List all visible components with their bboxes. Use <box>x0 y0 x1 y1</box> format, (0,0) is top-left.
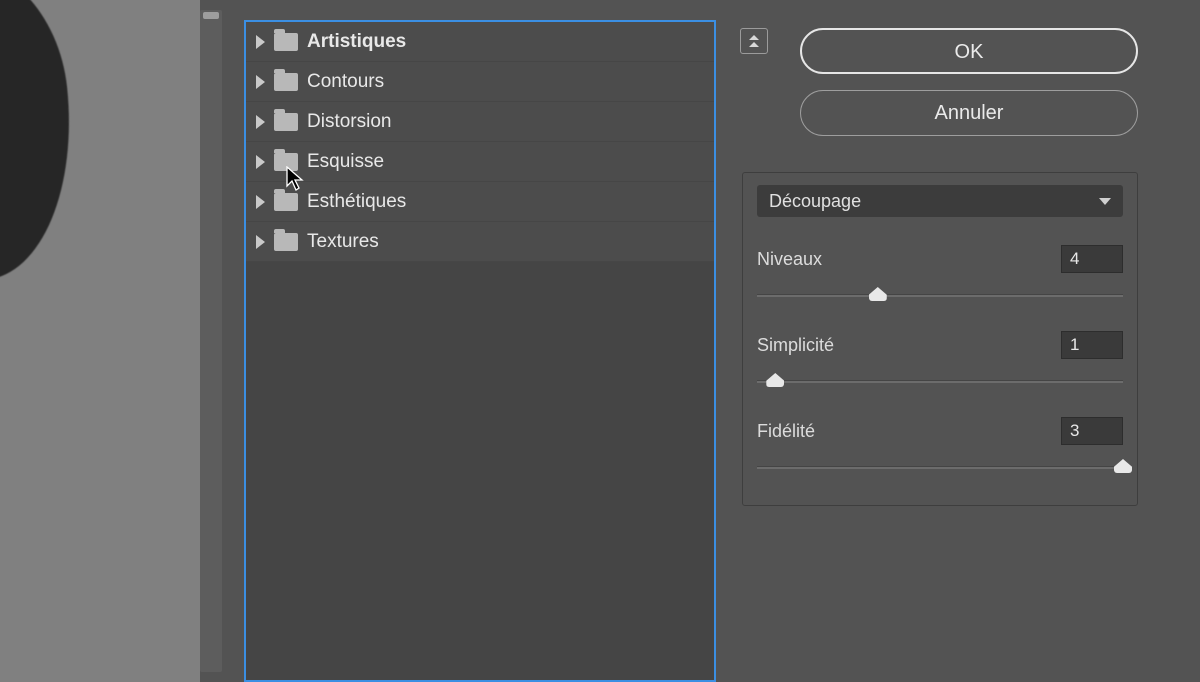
filter-category-label: Distorsion <box>307 111 391 133</box>
controls-column: OK Annuler Découpage Niveaux 4 Simplicité 1… <box>716 0 1200 682</box>
parameter-label: Fidélité <box>757 421 815 442</box>
parameter-value-input[interactable]: 1 <box>1061 331 1123 359</box>
filter-category-row[interactable]: Artistiques <box>246 22 714 62</box>
slider-track <box>757 466 1123 469</box>
cancel-button[interactable]: Annuler <box>800 90 1138 136</box>
preview-scrollbar-track[interactable] <box>200 10 222 672</box>
folder-icon <box>274 193 298 211</box>
slider-handle[interactable] <box>1114 459 1132 473</box>
disclosure-triangle-icon <box>256 115 265 129</box>
parameter-slider[interactable] <box>757 375 1123 389</box>
filter-category-row[interactable]: Distorsion <box>246 102 714 142</box>
folder-icon <box>274 233 298 251</box>
filter-category-row[interactable]: Esthétiques <box>246 182 714 222</box>
ok-button[interactable]: OK <box>800 28 1138 74</box>
parameter-label: Niveaux <box>757 249 822 270</box>
effect-dropdown[interactable]: Découpage <box>757 185 1123 217</box>
chevron-down-icon <box>1099 198 1111 205</box>
preview-scrollbar-thumb[interactable] <box>203 12 219 19</box>
preview-image-silhouette <box>0 0 86 289</box>
filter-category-row[interactable]: Contours <box>246 62 714 102</box>
slider-handle[interactable] <box>869 287 887 301</box>
folder-icon <box>274 33 298 51</box>
disclosure-triangle-icon <box>256 75 265 89</box>
parameter-value-input[interactable]: 3 <box>1061 417 1123 445</box>
filter-category-label: Artistiques <box>307 31 406 53</box>
filter-category-row[interactable]: Textures <box>246 222 714 262</box>
slider-track <box>757 294 1123 297</box>
filter-category-label: Esthétiques <box>307 191 406 213</box>
parameter-row: Simplicité 1 <box>757 331 1123 389</box>
effect-dropdown-label: Découpage <box>769 191 861 212</box>
disclosure-triangle-icon <box>256 235 265 249</box>
slider-handle[interactable] <box>766 373 784 387</box>
filter-category-label: Esquisse <box>307 151 384 173</box>
folder-icon <box>274 113 298 131</box>
parameter-value-input[interactable]: 4 <box>1061 245 1123 273</box>
disclosure-triangle-icon <box>256 195 265 209</box>
preview-canvas[interactable] <box>0 0 200 682</box>
collapse-panel-button[interactable] <box>740 28 768 54</box>
slider-track <box>757 380 1123 383</box>
parameter-label: Simplicité <box>757 335 834 356</box>
parameter-row: Niveaux 4 <box>757 245 1123 303</box>
chevron-up-icon <box>749 42 759 47</box>
disclosure-triangle-icon <box>256 155 265 169</box>
disclosure-triangle-icon <box>256 35 265 49</box>
filter-category-label: Contours <box>307 71 384 93</box>
filter-category-row[interactable]: Esquisse <box>246 142 714 182</box>
folder-icon <box>274 153 298 171</box>
chevron-up-icon <box>749 35 759 40</box>
folder-icon <box>274 73 298 91</box>
effect-parameters-panel: Découpage Niveaux 4 Simplicité 1 Fidélité 3 <box>742 172 1138 506</box>
filter-category-label: Textures <box>307 231 379 253</box>
parameter-slider[interactable] <box>757 461 1123 475</box>
filter-category-panel: Artistiques Contours Distorsion Esquisse Est… <box>244 20 716 682</box>
preview-column <box>0 0 232 682</box>
parameter-slider[interactable] <box>757 289 1123 303</box>
parameter-row: Fidélité 3 <box>757 417 1123 475</box>
